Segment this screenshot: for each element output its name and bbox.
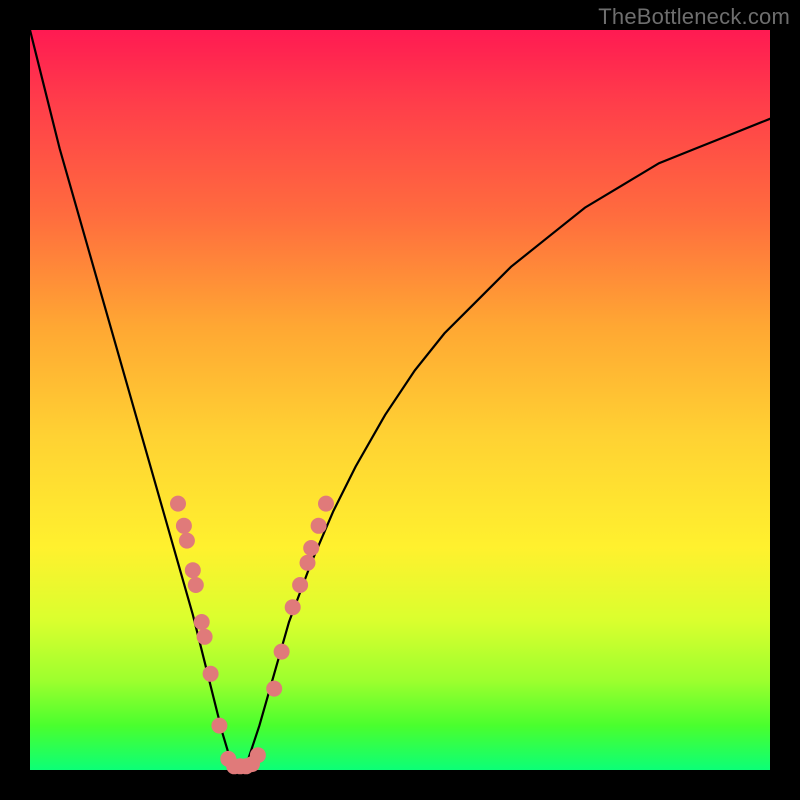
data-point (188, 577, 204, 593)
data-point (179, 533, 195, 549)
watermark-text: TheBottleneck.com (598, 4, 790, 30)
chart-svg (0, 0, 800, 800)
data-point (170, 496, 186, 512)
data-point (185, 562, 201, 578)
data-point (311, 518, 327, 534)
bottleneck-curve (30, 30, 770, 770)
data-point-markers (170, 496, 334, 775)
data-point (318, 496, 334, 512)
data-point (211, 718, 227, 734)
data-point (303, 540, 319, 556)
data-point (266, 681, 282, 697)
data-point (250, 747, 266, 763)
data-point (285, 599, 301, 615)
data-point (176, 518, 192, 534)
data-point (300, 555, 316, 571)
data-point (197, 629, 213, 645)
data-point (274, 644, 290, 660)
data-point (194, 614, 210, 630)
data-point (203, 666, 219, 682)
chart-stage: TheBottleneck.com (0, 0, 800, 800)
data-point (292, 577, 308, 593)
